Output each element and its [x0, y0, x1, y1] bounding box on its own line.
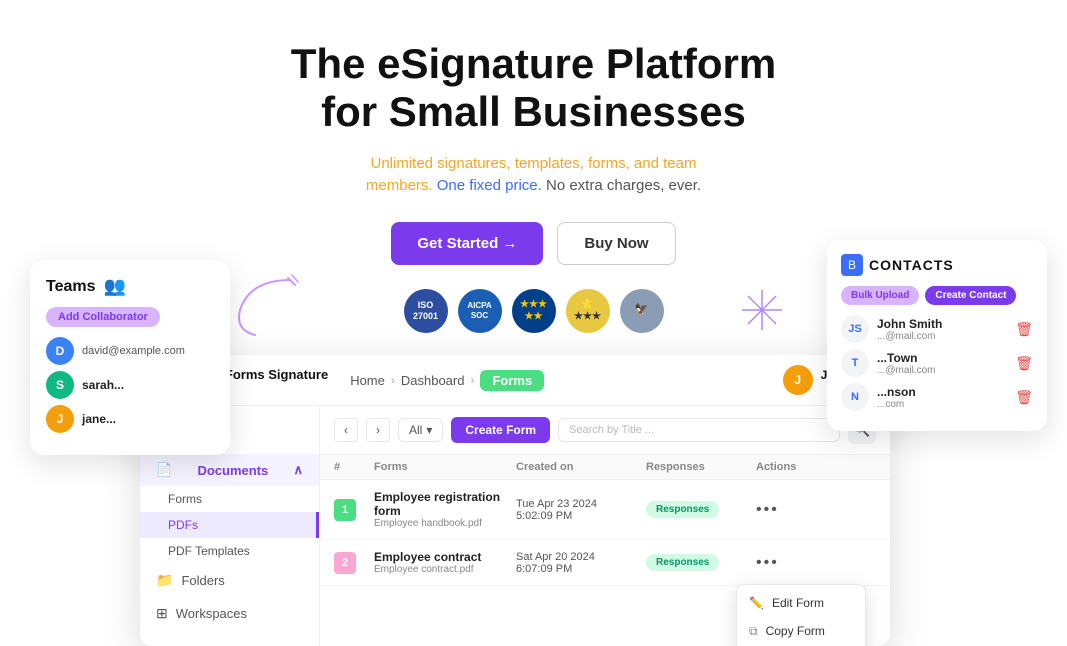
sidebar-pdf-templates[interactable]: PDF Templates	[140, 538, 319, 564]
user-avatar: J	[783, 365, 813, 395]
contact-town: T ...Town ...@mail.com 🗑	[841, 349, 1033, 377]
chevron-down-icon: ▾	[426, 423, 432, 437]
form-name-1: Employee registration form	[374, 490, 516, 518]
contact-nson: N ...nson ...com 🗑	[841, 383, 1033, 411]
teams-header: Teams 👥	[46, 276, 214, 297]
sparkle-decoration	[737, 285, 787, 340]
search-box: Search by Title ...	[558, 418, 840, 442]
avatar-sarah: S	[46, 371, 74, 399]
form-file-1: Employee handbook.pdf	[374, 518, 516, 529]
breadcrumb-dashboard[interactable]: Dashboard	[401, 373, 465, 388]
col-responses: Responses	[646, 461, 756, 473]
col-actions: Actions	[756, 461, 876, 473]
avatar-david: D	[46, 337, 74, 365]
document-icon: 📄	[156, 462, 172, 478]
more-button-2[interactable]: •••	[756, 554, 779, 572]
folder-icon: 📁	[156, 572, 173, 589]
contact-john: JS John Smith ...@mail.com 🗑	[841, 315, 1033, 343]
hero-title: The eSignature Platform for Small Busine…	[20, 40, 1047, 137]
eu-badge: ★★★★★	[512, 289, 556, 333]
grid-icon: ⊞	[156, 605, 168, 622]
member-name-jane: jane...	[82, 412, 116, 426]
sidebar-pdfs[interactable]: PDFs	[140, 512, 319, 538]
breadcrumb-forms[interactable]: Forms	[480, 370, 544, 391]
copy-icon: ⧉	[749, 624, 758, 639]
row-num-2: 2	[334, 552, 356, 574]
teams-icon: 👥	[104, 276, 126, 297]
col-num: #	[334, 461, 374, 473]
contacts-card: B CONTACTS Bulk Upload Create Contact JS…	[827, 240, 1047, 431]
aicpa-badge: AICPASOC	[458, 289, 502, 333]
sidebar-folders[interactable]: 📁 Folders	[140, 564, 319, 597]
create-contact-button[interactable]: Create Contact	[925, 286, 1016, 305]
row-num-1: 1	[334, 499, 356, 521]
contacts-header: B CONTACTS	[841, 254, 1033, 276]
sidebar-forms[interactable]: Forms	[140, 486, 319, 512]
teams-card: Teams 👥 Add Collaborator D david@example…	[30, 260, 230, 455]
col-forms: Forms	[374, 461, 516, 473]
breadcrumb-home[interactable]: Home	[350, 373, 385, 388]
curl-decoration	[230, 270, 310, 355]
delete-town-button[interactable]: 🗑	[1015, 355, 1033, 372]
member-name-sarah: sarah...	[82, 378, 124, 392]
create-form-button[interactable]: Create Form	[451, 417, 550, 443]
form-name-2: Employee contract	[374, 550, 516, 564]
responses-badge-1[interactable]: Responses	[646, 501, 719, 518]
dropdown-edit-form[interactable]: ✏️ Edit Form	[737, 589, 865, 617]
table-row: 1 Employee registration form Employee ha…	[320, 480, 890, 540]
bulk-upload-button[interactable]: Bulk Upload	[841, 286, 919, 305]
dropdown-menu: ✏️ Edit Form ⧉ Copy Form 📤 Bulk Send	[736, 584, 866, 646]
teams-title: Teams	[46, 278, 96, 296]
table-header: # Forms Created on Responses Actions	[320, 455, 890, 480]
app-header: b BoloForms Signature Owner Home › Dashb…	[140, 355, 890, 406]
chevron-up-icon: ∧	[293, 462, 303, 478]
more-button-1[interactable]: •••	[756, 501, 779, 519]
avatar-jane: J	[46, 405, 74, 433]
toolbar: ‹ › All ▾ Create Form Search by Title ..…	[320, 406, 890, 455]
team-member-jane: J jane...	[46, 405, 214, 433]
eagle-badge: 🦅	[620, 289, 664, 333]
team-member-david: D david@example.com	[46, 337, 214, 365]
responses-badge-2[interactable]: Responses	[646, 554, 719, 571]
team-member-sarah: S sarah...	[46, 371, 214, 399]
avatar-town: T	[841, 349, 869, 377]
col-created: Created on	[516, 461, 646, 473]
prev-button[interactable]: ‹	[334, 418, 358, 442]
time-2: 6:07:09 PM	[516, 563, 646, 575]
date-1: Tue Apr 23 2024	[516, 498, 646, 510]
app-body: + Create 📄 Documents ∧ Forms PDFs PDF Te…	[140, 406, 890, 646]
contacts-logo: B	[841, 254, 863, 276]
contacts-title: CONTACTS	[869, 257, 954, 273]
hero-subtitle: Unlimited signatures, templates, forms, …	[324, 153, 744, 198]
star-badge: ⭐★★★	[566, 289, 610, 333]
iso-badge: ISO27001	[404, 289, 448, 333]
filter-dropdown[interactable]: All ▾	[398, 418, 443, 442]
contacts-actions: Bulk Upload Create Contact	[841, 286, 1033, 305]
date-2: Sat Apr 20 2024	[516, 551, 646, 563]
table-row: 2 Employee contract Employee contract.pd…	[320, 540, 890, 586]
next-button[interactable]: ›	[366, 418, 390, 442]
app-screenshot: b BoloForms Signature Owner Home › Dashb…	[140, 355, 890, 646]
buy-now-button[interactable]: Buy Now	[557, 222, 675, 265]
dropdown-copy-form[interactable]: ⧉ Copy Form	[737, 617, 865, 646]
add-collaborator-button[interactable]: Add Collaborator	[46, 307, 160, 327]
time-1: 5:02:09 PM	[516, 510, 646, 522]
delete-john-button[interactable]: 🗑	[1015, 321, 1033, 338]
sidebar-workspaces[interactable]: ⊞ Workspaces	[140, 597, 319, 630]
edit-icon: ✏️	[749, 596, 764, 610]
avatar-john: JS	[841, 315, 869, 343]
form-file-2: Employee contract.pdf	[374, 564, 516, 575]
sidebar-documents[interactable]: 📄 Documents ∧	[140, 454, 319, 486]
delete-nson-button[interactable]: 🗑	[1015, 389, 1033, 406]
search-placeholder: Search by Title ...	[569, 424, 654, 436]
avatar-nson: N	[841, 383, 869, 411]
breadcrumb: Home › Dashboard › Forms	[350, 370, 770, 391]
get-started-button[interactable]: Get Started →	[391, 222, 543, 265]
member-email: david@example.com	[82, 345, 185, 357]
main-content: ‹ › All ▾ Create Form Search by Title ..…	[320, 406, 890, 646]
